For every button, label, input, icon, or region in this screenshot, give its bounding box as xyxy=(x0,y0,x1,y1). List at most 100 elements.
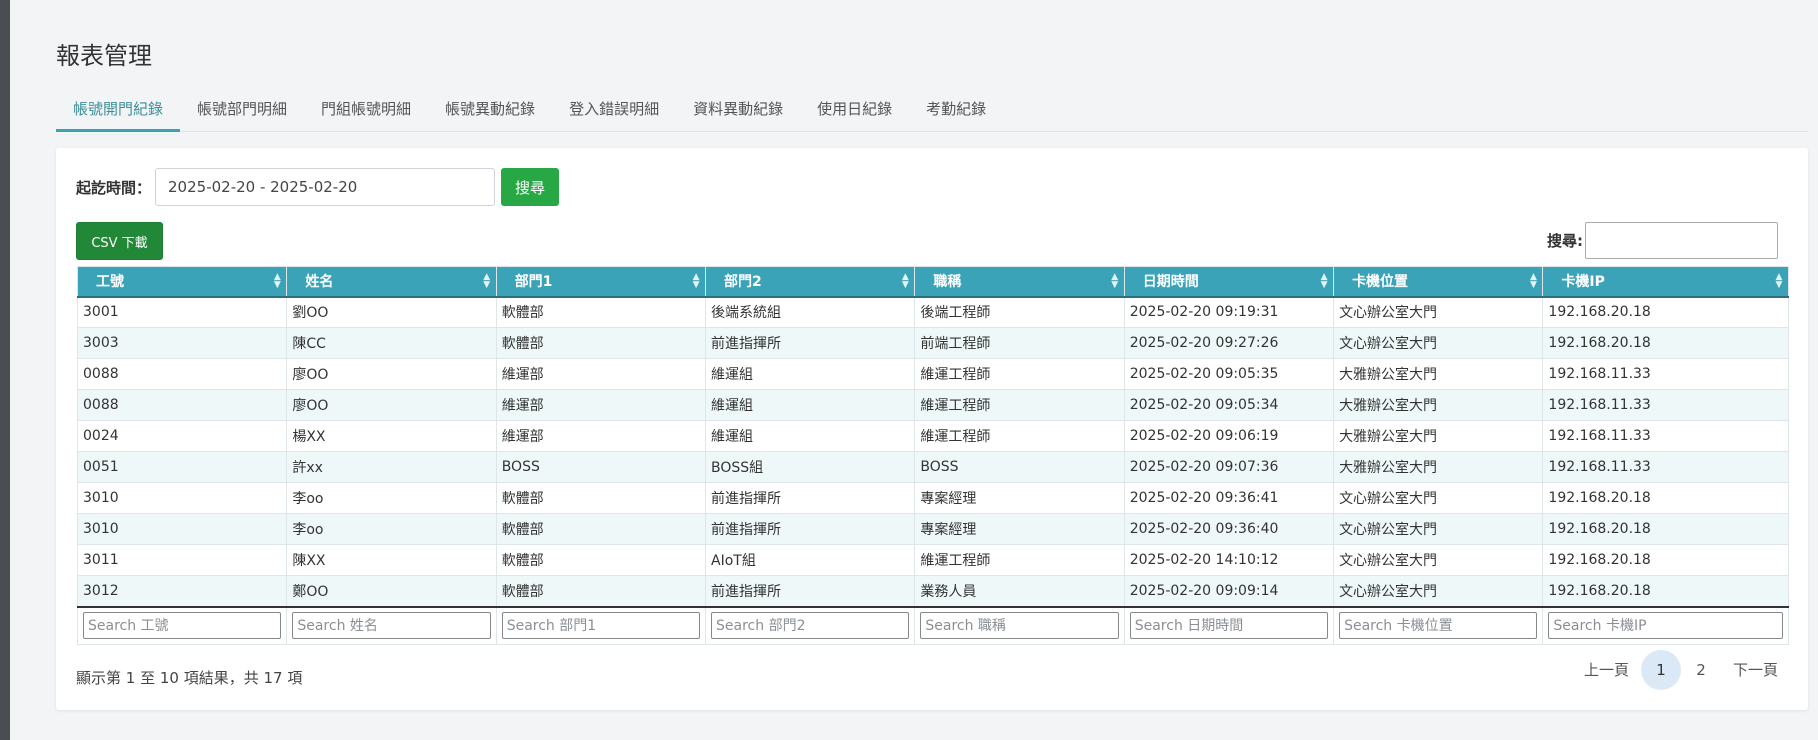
column-search-cell xyxy=(495,605,707,645)
tab-5[interactable]: 資料異動紀錄 xyxy=(676,92,800,132)
table-cell: 192.168.20.18 xyxy=(1542,575,1789,607)
table-row: 0088 廖OO 維運部 維運組 維運工程師 2025-02-20 09:05:34 大雅辦… xyxy=(76,389,1789,421)
table-cell: 192.168.11.33 xyxy=(1542,358,1789,390)
table-cell: 2025-02-20 09:36:40 xyxy=(1123,513,1335,545)
column-search-row xyxy=(76,605,1789,645)
table-cell: 2025-02-20 09:05:35 xyxy=(1123,358,1335,390)
column-search-cell xyxy=(1123,605,1335,645)
left-rail xyxy=(0,0,10,740)
table-cell: 大雅辦公室大門 xyxy=(1333,389,1544,421)
date-range-value: 2025-02-20 - 2025-02-20 xyxy=(168,178,358,196)
table-cell: 192.168.11.33 xyxy=(1542,451,1789,483)
table-cell: 2025-02-20 09:27:26 xyxy=(1123,327,1335,359)
table-cell: 2025-02-20 09:09:14 xyxy=(1123,575,1335,607)
column-header-6[interactable]: 卡機位置 ▲ ▼ xyxy=(1333,266,1544,298)
tab-0[interactable]: 帳號開門紀錄 xyxy=(56,92,181,132)
table-cell: 維運部 xyxy=(495,420,707,452)
table-cell: AIoT組 xyxy=(705,544,916,576)
table-cell: 2025-02-20 09:07:36 xyxy=(1123,451,1335,483)
table-row: 3003 陳CC 軟體部 前進指揮所 前端工程師 2025-02-20 09:27:26 文… xyxy=(76,327,1789,359)
records-table: 工號 ▲ ▼ 姓名 ▲ ▼ 部門1 ▲ ▼ 部門2 ▲ ▼ 職稱 ▲ ▼ 日期時間 ▲ ▼ 卡機位置 ▲ ▼ 卡機IP ▲ ▼… xyxy=(76,266,1789,645)
table-header-row: 工號 ▲ ▼ 姓名 ▲ ▼ 部門1 ▲ ▼ 部門2 ▲ ▼ 職稱 ▲ ▼ 日期時間 ▲ ▼ 卡機位置 ▲ ▼ 卡機IP ▲ ▼ xyxy=(76,266,1789,298)
table-cell: 192.168.20.18 xyxy=(1542,544,1789,576)
report-card: 起訖時間： 2025-02-20 - 2025-02-20 搜尋 CSV 下載 … xyxy=(56,148,1808,710)
column-header-2[interactable]: 部門1 ▲ ▼ xyxy=(495,266,707,298)
global-search-input[interactable] xyxy=(1585,222,1778,259)
column-search-cell xyxy=(705,605,916,645)
date-range-label: 起訖時間： xyxy=(76,178,152,197)
table-cell: 文心辦公室大門 xyxy=(1333,482,1544,514)
date-filter: 起訖時間： 2025-02-20 - 2025-02-20 搜尋 xyxy=(76,168,560,206)
table-cell: 0088 xyxy=(76,358,288,390)
column-search-cell xyxy=(76,605,288,645)
column-header-4[interactable]: 職稱 ▲ ▼ xyxy=(914,266,1125,298)
table-row: 3010 李oo 軟體部 前進指揮所 專案經理 2025-02-20 09:36:40 文心… xyxy=(76,513,1789,545)
column-search-input-7[interactable] xyxy=(1548,612,1783,640)
column-search-cell xyxy=(1542,605,1789,645)
table-row: 0024 楊XX 維運部 維運組 維運工程師 2025-02-20 09:06:19 大雅辦… xyxy=(76,420,1789,452)
table-cell: 3012 xyxy=(76,575,288,607)
table-cell: 楊XX xyxy=(286,420,497,452)
column-header-3[interactable]: 部門2 ▲ ▼ xyxy=(705,266,916,298)
tab-2[interactable]: 門組帳號明細 xyxy=(304,92,428,132)
table-cell: 192.168.20.18 xyxy=(1542,513,1789,545)
sort-icon: ▲ ▼ xyxy=(273,272,281,290)
table-cell: 2025-02-20 14:10:12 xyxy=(1123,544,1335,576)
page-number-button[interactable]: 1 xyxy=(1640,650,1681,690)
tab-6[interactable]: 使用日紀錄 xyxy=(800,92,909,132)
sort-icon: ▲ ▼ xyxy=(901,272,909,290)
column-header-0[interactable]: 工號 ▲ ▼ xyxy=(76,266,288,298)
column-header-5[interactable]: 日期時間 ▲ ▼ xyxy=(1123,266,1335,298)
column-search-input-1[interactable] xyxy=(292,612,491,640)
table-cell: 維運工程師 xyxy=(914,420,1125,452)
table-cell: 劉OO xyxy=(286,296,497,328)
table-cell: 軟體部 xyxy=(495,513,707,545)
column-search-input-5[interactable] xyxy=(1129,612,1329,640)
table-row: 3011 陳XX 軟體部 AIoT組 維運工程師 2025-02-20 14:10:12 文… xyxy=(76,544,1789,576)
table-cell: 192.168.11.33 xyxy=(1542,420,1789,452)
table-cell: 2025-02-20 09:19:31 xyxy=(1123,296,1335,328)
tab-4[interactable]: 登入錯誤明細 xyxy=(552,92,676,132)
page-number-button[interactable]: 2 xyxy=(1681,650,1721,690)
table-cell: 許xx xyxy=(286,451,497,483)
column-header-label: 日期時間 xyxy=(1142,274,1199,291)
column-search-input-0[interactable] xyxy=(83,612,282,640)
table-cell: 維運組 xyxy=(705,358,916,390)
search-button[interactable]: 搜尋 xyxy=(501,168,560,206)
column-header-label: 部門2 xyxy=(724,274,762,291)
table-cell: 3011 xyxy=(76,544,288,576)
table-cell: 維運工程師 xyxy=(914,544,1125,576)
main-content: 報表管理 帳號開門紀錄 帳號部門明細 門組帳號明細 帳號異動紀錄 登入錯誤明細 資料異動紀… xyxy=(10,0,1818,740)
csv-download-button[interactable]: CSV 下載 xyxy=(76,222,163,260)
column-header-label: 職稱 xyxy=(933,274,962,291)
column-search-input-2[interactable] xyxy=(501,612,701,640)
next-page-button[interactable]: 下一頁 xyxy=(1721,650,1790,690)
column-header-1[interactable]: 姓名 ▲ ▼ xyxy=(286,266,497,298)
table-cell: 維運組 xyxy=(705,420,916,452)
column-header-label: 卡機位置 xyxy=(1352,274,1409,291)
table-row: 3010 李oo 軟體部 前進指揮所 專案經理 2025-02-20 09:36:41 文心… xyxy=(76,482,1789,514)
table-cell: 維運工程師 xyxy=(914,389,1125,421)
global-search-label: 搜尋: xyxy=(1547,232,1583,250)
tab-1[interactable]: 帳號部門明細 xyxy=(180,92,304,132)
prev-page-button[interactable]: 上一頁 xyxy=(1572,650,1641,690)
table-cell: 維運部 xyxy=(495,358,707,390)
table-cell: 0024 xyxy=(76,420,288,452)
column-header-7[interactable]: 卡機IP ▲ ▼ xyxy=(1542,266,1789,298)
column-search-input-3[interactable] xyxy=(711,612,910,640)
tab-7[interactable]: 考勤紀錄 xyxy=(909,92,1003,132)
table-cell: 陳CC xyxy=(286,327,497,359)
table-cell: 維運部 xyxy=(495,389,707,421)
table-cell: 前端工程師 xyxy=(914,327,1125,359)
tab-3[interactable]: 帳號異動紀錄 xyxy=(428,92,552,132)
column-header-label: 卡機IP xyxy=(1561,274,1605,291)
table-cell: 文心辦公室大門 xyxy=(1333,575,1544,607)
date-range-input[interactable]: 2025-02-20 - 2025-02-20 xyxy=(155,168,496,206)
column-search-input-6[interactable] xyxy=(1339,612,1538,640)
table-cell: 廖OO xyxy=(286,389,497,421)
table-row: 0051 許xx BOSS BOSS組 BOSS 2025-02-20 09:07:36 大… xyxy=(76,451,1789,483)
column-search-input-4[interactable] xyxy=(920,612,1119,640)
sort-icon: ▲ ▼ xyxy=(1320,272,1328,290)
table-cell: BOSS xyxy=(495,451,707,483)
table-cell: 業務人員 xyxy=(914,575,1125,607)
